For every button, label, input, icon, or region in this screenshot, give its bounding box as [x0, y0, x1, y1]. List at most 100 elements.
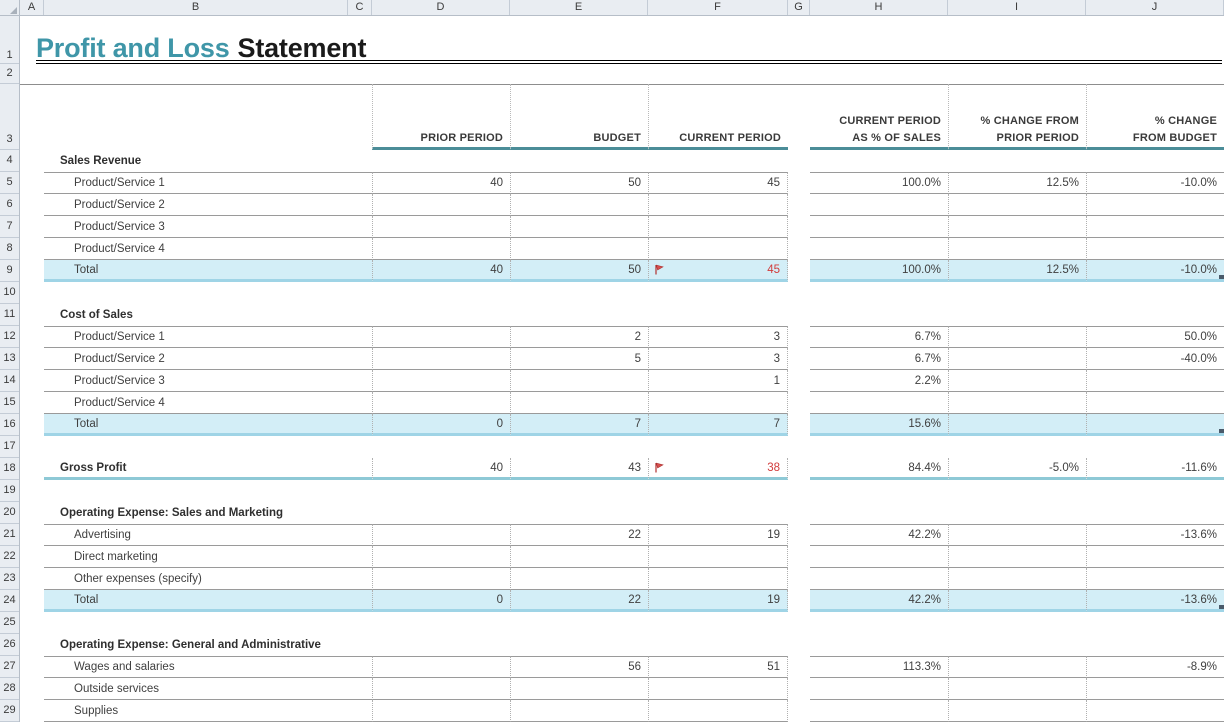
cell-prior[interactable] [372, 700, 510, 722]
cell-budget[interactable]: 2 [510, 326, 648, 348]
cell-current[interactable] [648, 568, 788, 590]
row-header-26[interactable]: 26 [0, 634, 19, 656]
row-27-item[interactable]: Wages and salaries 56 51 113.3% -8.9% [20, 656, 1224, 678]
cell-chg-prior[interactable] [948, 370, 1086, 392]
row-header-9[interactable]: 9 [0, 260, 19, 282]
cell-chg-prior[interactable] [948, 568, 1086, 590]
total-pct-sales[interactable]: 15.6% [810, 414, 948, 436]
cell-prior[interactable] [372, 370, 510, 392]
column-header-a[interactable]: A [20, 0, 44, 15]
row-header-8[interactable]: 8 [0, 238, 19, 260]
cell-chg-prior[interactable] [948, 326, 1086, 348]
cell-current[interactable]: 51 [648, 656, 788, 678]
comment-flag-icon[interactable] [653, 461, 665, 473]
cell-chg-budget[interactable]: -13.6% [1086, 524, 1224, 546]
cell-current[interactable] [648, 700, 788, 722]
total-chg-budget[interactable] [1086, 414, 1224, 436]
row-9-total[interactable]: Total 40 50 45 100.0% 12.5% -10.0% [20, 260, 1224, 282]
cell-prior[interactable] [372, 656, 510, 678]
row-header-3[interactable]: 3 [0, 84, 19, 150]
row-12-item[interactable]: Product/Service 1 2 3 6.7% 50.0% [20, 326, 1224, 348]
row-header-18[interactable]: 18 [0, 458, 19, 480]
item-label-cell[interactable]: Outside services [44, 678, 372, 700]
cell-budget[interactable] [510, 392, 648, 414]
gross-profit-budget[interactable]: 43 [510, 458, 648, 480]
column-header-j[interactable]: J [1086, 0, 1224, 15]
cell-chg-prior[interactable] [948, 678, 1086, 700]
total-pct-sales[interactable]: 100.0% [810, 260, 948, 282]
cell-current[interactable]: 3 [648, 348, 788, 370]
cell-pct-sales[interactable] [810, 568, 948, 590]
column-header-i[interactable]: I [948, 0, 1086, 15]
item-label-cell[interactable]: Product/Service 1 [44, 172, 372, 194]
cell-chg-budget[interactable] [1086, 216, 1224, 238]
cell-chg-prior[interactable]: 12.5% [948, 172, 1086, 194]
row-15-item[interactable]: Product/Service 4 [20, 392, 1224, 414]
cell-chg-budget[interactable] [1086, 194, 1224, 216]
total-pct-sales[interactable]: 42.2% [810, 590, 948, 612]
cell-chg-budget[interactable] [1086, 370, 1224, 392]
total-label-cell[interactable]: Total [44, 590, 372, 612]
cell-pct-sales[interactable] [810, 678, 948, 700]
item-label-cell[interactable]: Product/Service 3 [44, 216, 372, 238]
cell-prior[interactable] [372, 216, 510, 238]
cell-prior[interactable] [372, 568, 510, 590]
cell-chg-budget[interactable] [1086, 238, 1224, 260]
total-budget[interactable]: 7 [510, 414, 648, 436]
row-header-5[interactable]: 5 [0, 172, 19, 194]
item-label-cell[interactable]: Supplies [44, 700, 372, 722]
cell-chg-budget[interactable]: -8.9% [1086, 656, 1224, 678]
row-header-4[interactable]: 4 [0, 150, 19, 172]
cell-pct-sales[interactable] [810, 216, 948, 238]
total-current[interactable]: 7 [648, 414, 788, 436]
column-header-c[interactable]: C [348, 0, 372, 15]
row-header-21[interactable]: 21 [0, 524, 19, 546]
cell-chg-budget[interactable] [1086, 568, 1224, 590]
cell-current[interactable] [648, 678, 788, 700]
row-5-item[interactable]: Product/Service 1 40 50 45 100.0% 12.5% … [20, 172, 1224, 194]
total-prior[interactable]: 0 [372, 414, 510, 436]
select-all-corner-icon[interactable] [0, 0, 20, 15]
total-current[interactable]: 45 [648, 260, 788, 282]
cell-current[interactable] [648, 392, 788, 414]
row-header-23[interactable]: 23 [0, 568, 19, 590]
row-header-11[interactable]: 11 [0, 304, 19, 326]
row-7-item[interactable]: Product/Service 3 [20, 216, 1224, 238]
gross-profit-chg-prior[interactable]: -5.0% [948, 458, 1086, 480]
row-header-14[interactable]: 14 [0, 370, 19, 392]
total-label-cell[interactable]: Total [44, 260, 372, 282]
row-22-item[interactable]: Direct marketing [20, 546, 1224, 568]
cell-chg-prior[interactable] [948, 700, 1086, 722]
row-16-total[interactable]: Total 0 7 7 15.6% [20, 414, 1224, 436]
cell-chg-budget[interactable] [1086, 392, 1224, 414]
cell-chg-prior[interactable] [948, 194, 1086, 216]
cell-current[interactable] [648, 238, 788, 260]
column-header-f[interactable]: F [648, 0, 788, 15]
gross-profit-chg-budget[interactable]: -11.6% [1086, 458, 1224, 480]
column-header-h[interactable]: H [810, 0, 948, 15]
cell-pct-sales[interactable]: 113.3% [810, 656, 948, 678]
cell-current[interactable] [648, 546, 788, 568]
row-24-total[interactable]: Total 0 22 19 42.2% -13.6% [20, 590, 1224, 612]
row-header-17[interactable]: 17 [0, 436, 19, 458]
cell-budget[interactable] [510, 568, 648, 590]
cell-pct-sales[interactable]: 2.2% [810, 370, 948, 392]
cell-chg-prior[interactable] [948, 348, 1086, 370]
total-chg-prior[interactable]: 12.5% [948, 260, 1086, 282]
item-label-cell[interactable]: Product/Service 4 [44, 238, 372, 260]
row-header-15[interactable]: 15 [0, 392, 19, 414]
cell-prior[interactable] [372, 678, 510, 700]
item-label-cell[interactable]: Product/Service 2 [44, 348, 372, 370]
row-header-6[interactable]: 6 [0, 194, 19, 216]
row-8-item[interactable]: Product/Service 4 [20, 238, 1224, 260]
total-prior[interactable]: 0 [372, 590, 510, 612]
gross-profit-current[interactable]: 38 [648, 458, 788, 480]
cell-chg-budget[interactable]: 50.0% [1086, 326, 1224, 348]
cell-prior[interactable] [372, 326, 510, 348]
cell-prior[interactable]: 40 [372, 172, 510, 194]
cell-budget[interactable] [510, 194, 648, 216]
row-header-2[interactable]: 2 [0, 64, 19, 84]
total-label-cell[interactable]: Total [44, 414, 372, 436]
row-header-16[interactable]: 16 [0, 414, 19, 436]
cell-prior[interactable] [372, 546, 510, 568]
